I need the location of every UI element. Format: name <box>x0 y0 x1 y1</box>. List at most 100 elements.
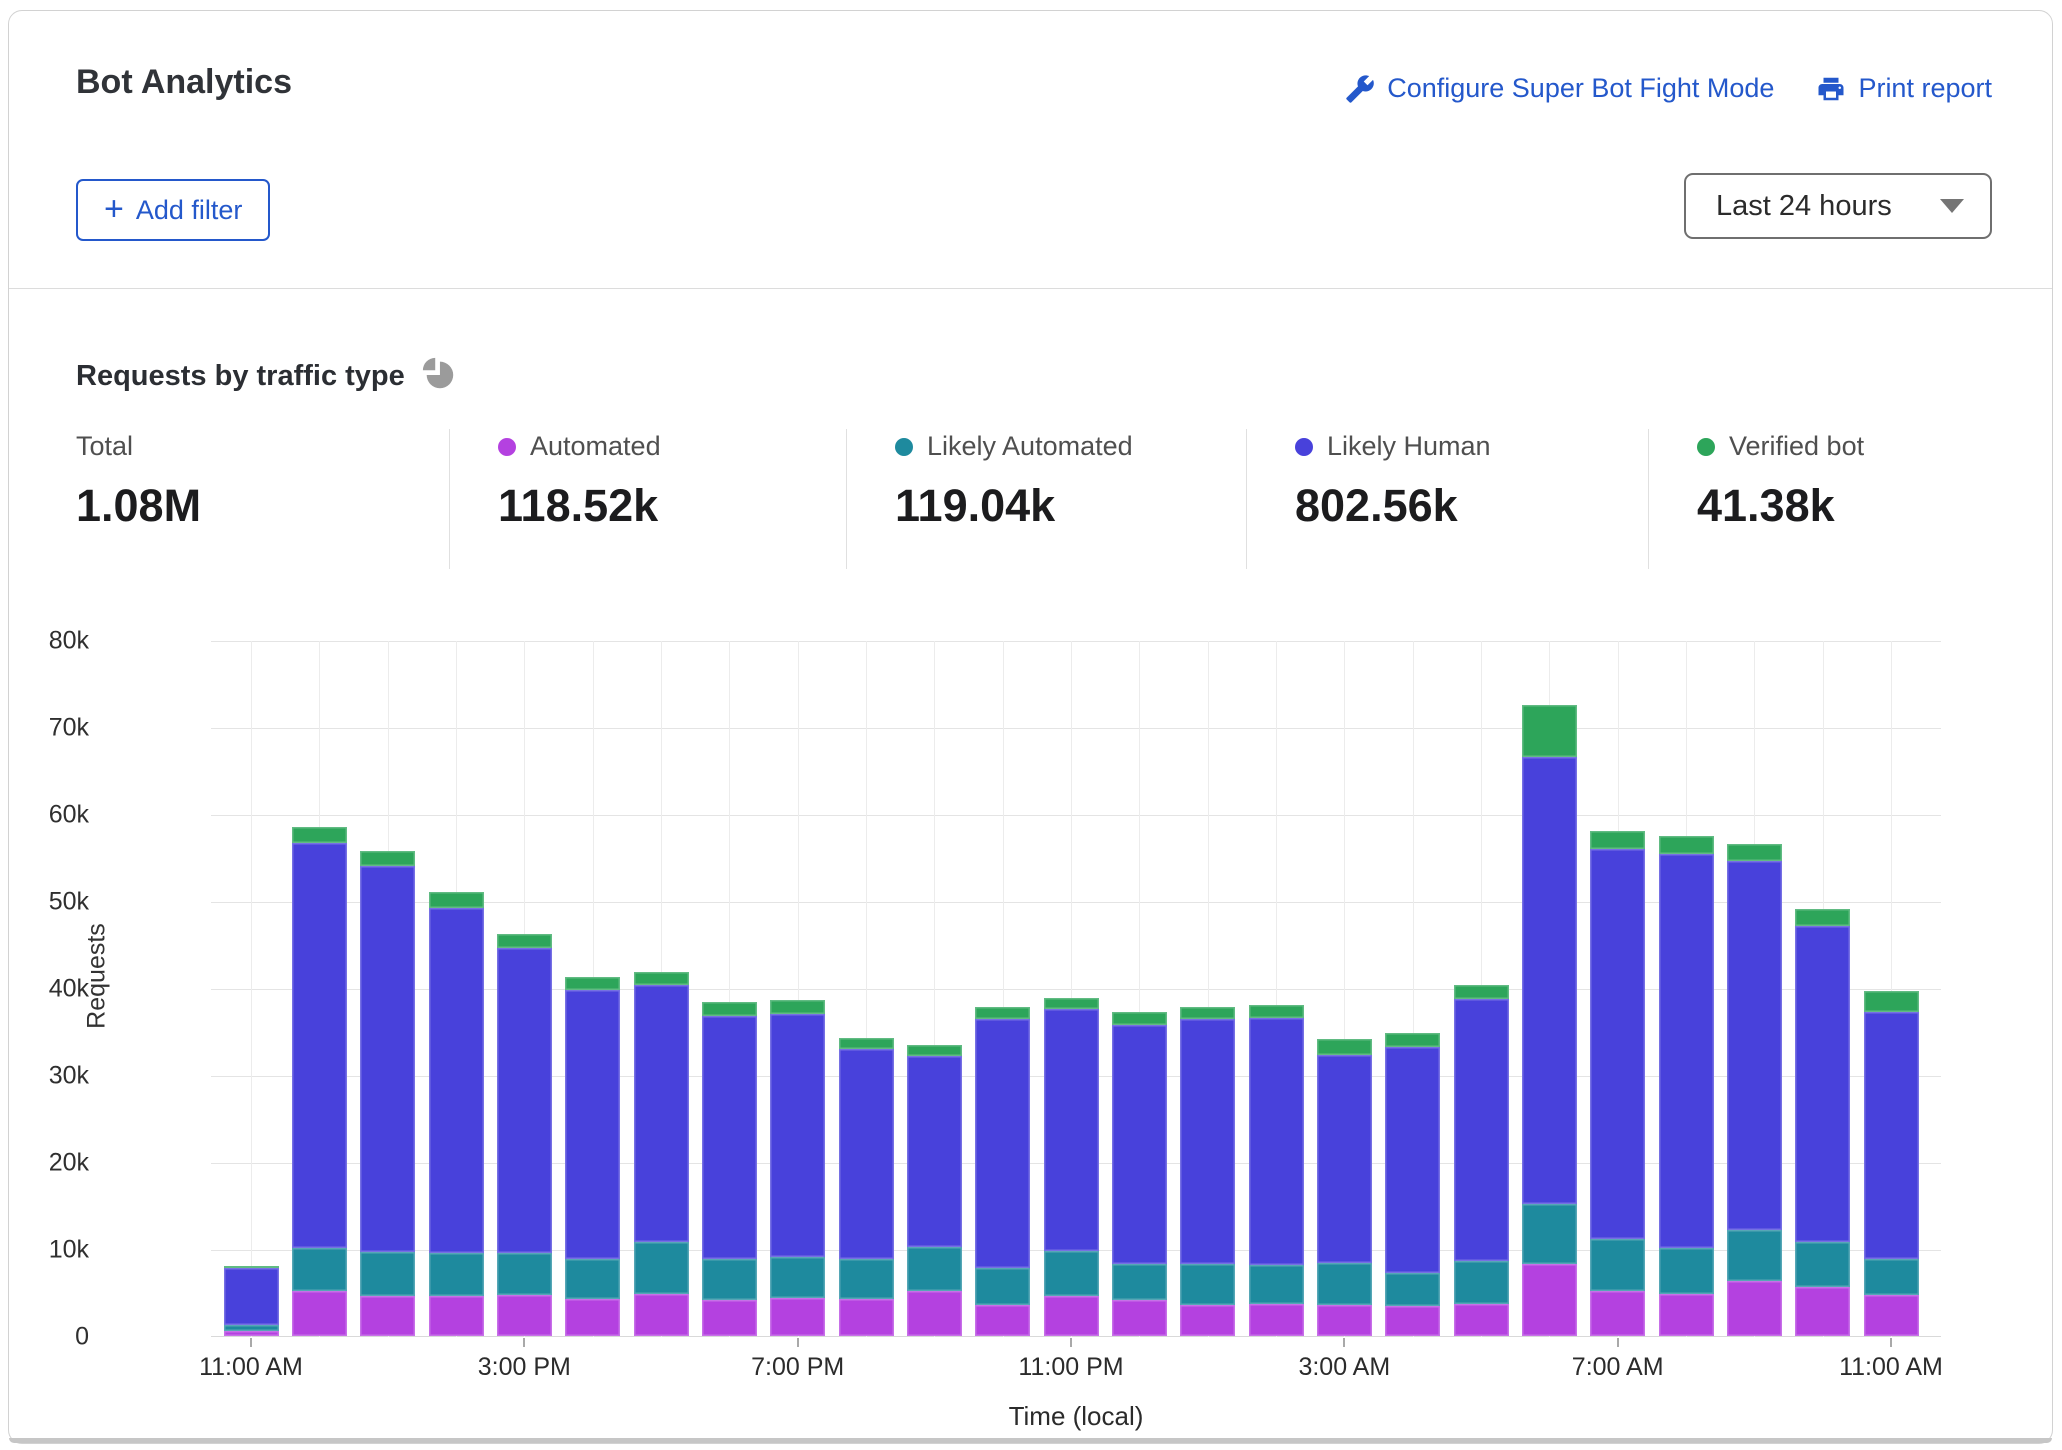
printer-icon <box>1816 74 1846 104</box>
bar-segment-likely-automated <box>975 1268 1030 1305</box>
bar-segment-verified-bot <box>770 1000 825 1014</box>
requests-by-traffic-type-chart: 010k20k30k40k50k60k70k80k11:00 AM3:00 PM… <box>211 641 1941 1337</box>
add-filter-button[interactable]: + Add filter <box>76 179 270 241</box>
bar-segment-likely-automated <box>1590 1239 1645 1291</box>
stacked-bar-10-00-pm[interactable] <box>975 1007 1030 1336</box>
y-tick-label: 60k <box>0 801 89 830</box>
x-tick-label: 11:00 AM <box>1839 1353 1943 1382</box>
stacked-bar-1-00-am[interactable] <box>1180 1007 1235 1336</box>
configure-super-bot-fight-mode-link[interactable]: Configure Super Bot Fight Mode <box>1345 73 1774 104</box>
page-title: Bot Analytics <box>76 63 292 102</box>
bar-segment-likely-automated <box>1454 1261 1509 1304</box>
stacked-bar-8-00-am[interactable] <box>1659 836 1714 1336</box>
stat-label: Automated <box>530 431 661 462</box>
legend-dot <box>1295 438 1313 456</box>
stacked-bar-12-00-am[interactable] <box>1112 1012 1167 1336</box>
bar-segment-automated <box>1727 1281 1782 1336</box>
x-tick-label: 11:00 AM <box>199 1353 303 1382</box>
bar-segment-likely-human <box>429 908 484 1253</box>
bar-segment-likely-human <box>1385 1047 1440 1272</box>
bar-segment-verified-bot <box>1249 1005 1304 1018</box>
bar-segment-likely-human <box>1249 1018 1304 1264</box>
bar-segment-likely-automated <box>1385 1273 1440 1306</box>
bar-segment-likely-human <box>497 948 552 1253</box>
stacked-bar-1-00-pm[interactable] <box>360 851 415 1336</box>
x-tick-label: 7:00 AM <box>1572 1353 1664 1382</box>
bar-segment-verified-bot <box>1180 1007 1235 1019</box>
bar-segment-likely-automated <box>1522 1204 1577 1264</box>
bar-segment-likely-automated <box>1659 1248 1714 1294</box>
x-tick-mark <box>1890 1338 1892 1347</box>
bar-segment-verified-bot <box>1522 705 1577 757</box>
time-range-value: Last 24 hours <box>1716 190 1892 223</box>
bar-segment-likely-human <box>839 1049 894 1259</box>
bar-segment-verified-bot <box>907 1045 962 1055</box>
bar-segment-automated <box>292 1291 347 1336</box>
section-title-row: Requests by traffic type <box>76 356 457 397</box>
bar-segment-likely-automated <box>1727 1230 1782 1281</box>
stacked-bar-10-00-am[interactable] <box>1795 909 1850 1336</box>
bar-segment-likely-automated <box>292 1248 347 1291</box>
stat-value: 1.08M <box>76 480 449 532</box>
bar-segment-likely-automated <box>497 1253 552 1296</box>
stacked-bar-6-00-pm[interactable] <box>702 1002 757 1336</box>
stacked-bar-5-00-pm[interactable] <box>634 972 689 1336</box>
bar-segment-likely-human <box>565 990 620 1259</box>
legend-dot <box>498 438 516 456</box>
stacked-bar-4-00-pm[interactable] <box>565 977 620 1336</box>
bar-segment-likely-automated <box>429 1253 484 1296</box>
stacked-bar-5-00-am[interactable] <box>1454 985 1509 1336</box>
plus-icon: + <box>104 192 124 226</box>
bar-segment-automated <box>1180 1305 1235 1336</box>
stacked-bar-3-00-am[interactable] <box>1317 1039 1372 1336</box>
bar-segment-verified-bot <box>634 972 689 985</box>
bar-segment-verified-bot <box>702 1002 757 1016</box>
bar-segment-verified-bot <box>1385 1033 1440 1047</box>
stacked-bar-2-00-am[interactable] <box>1249 1005 1304 1336</box>
traffic-type-stats-row: Total 1.08MAutomated118.52k Likely Automat… <box>9 429 2054 569</box>
gridline-v <box>251 641 252 1337</box>
stat-total: Total 1.08M <box>76 429 449 569</box>
bar-segment-likely-human <box>907 1056 962 1247</box>
bot-analytics-screen: Bot Analytics Configure Super Bot Fight … <box>0 0 2062 1450</box>
bar-segment-automated <box>839 1299 894 1336</box>
add-filter-label: Add filter <box>136 195 243 226</box>
y-tick-label: 50k <box>0 888 89 917</box>
stacked-bar-6-00-am[interactable] <box>1522 705 1577 1336</box>
stacked-bar-11-00-am[interactable] <box>224 1266 279 1336</box>
bar-segment-likely-human <box>1590 849 1645 1239</box>
bar-segment-automated <box>1385 1306 1440 1336</box>
bar-segment-verified-bot <box>1727 844 1782 861</box>
bar-segment-automated <box>634 1294 689 1336</box>
stacked-bar-7-00-pm[interactable] <box>770 1000 825 1336</box>
bar-segment-verified-bot <box>565 977 620 990</box>
stat-label: Likely Automated <box>927 431 1133 462</box>
stat-automated: Automated118.52k <box>449 429 846 569</box>
stacked-bar-11-00-am[interactable] <box>1864 991 1919 1336</box>
bar-segment-automated <box>565 1299 620 1336</box>
time-range-select[interactable]: Last 24 hours <box>1684 173 1992 239</box>
stacked-bar-11-00-pm[interactable] <box>1044 998 1099 1336</box>
x-tick-mark <box>250 1338 252 1347</box>
bar-segment-verified-bot <box>975 1007 1030 1019</box>
stacked-bar-2-00-pm[interactable] <box>429 892 484 1336</box>
print-report-link[interactable]: Print report <box>1816 73 1992 104</box>
stat-label: Total <box>76 431 133 462</box>
bot-analytics-card: Bot Analytics Configure Super Bot Fight … <box>8 10 2053 1444</box>
stacked-bar-9-00-pm[interactable] <box>907 1045 962 1336</box>
x-tick-mark <box>797 1338 799 1347</box>
stacked-bar-7-00-am[interactable] <box>1590 831 1645 1336</box>
stacked-bar-8-00-pm[interactable] <box>839 1038 894 1336</box>
bar-segment-likely-human <box>1454 999 1509 1261</box>
configure-link-label: Configure Super Bot Fight Mode <box>1387 73 1774 104</box>
stat-value: 41.38k <box>1697 480 2038 532</box>
stacked-bar-9-00-am[interactable] <box>1727 844 1782 1336</box>
bar-segment-automated <box>497 1295 552 1336</box>
bar-segment-verified-bot <box>1590 831 1645 848</box>
stat-label: Likely Human <box>1327 431 1491 462</box>
stacked-bar-4-00-am[interactable] <box>1385 1033 1440 1336</box>
stacked-bar-12-00-pm[interactable] <box>292 827 347 1336</box>
bar-segment-verified-bot <box>360 851 415 866</box>
section-divider <box>9 1438 2052 1443</box>
stacked-bar-3-00-pm[interactable] <box>497 934 552 1336</box>
